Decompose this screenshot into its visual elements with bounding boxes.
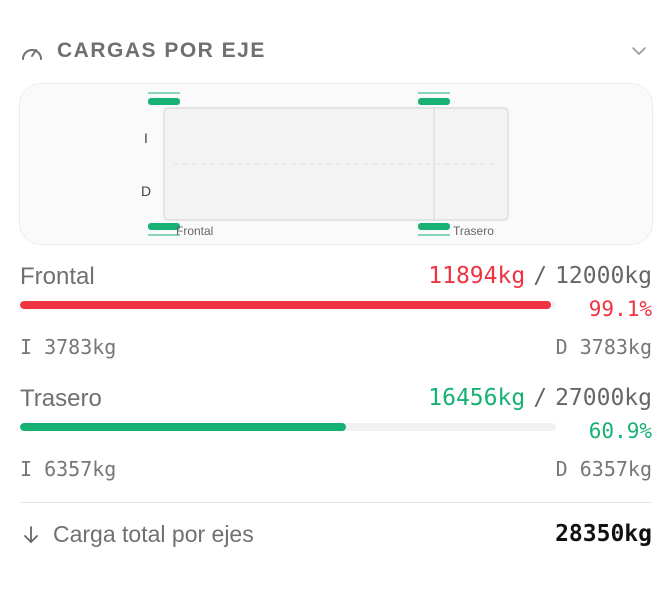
front-axle-label: Frontal [176,224,213,238]
axle-load-separator: / [533,263,548,289]
axle-left-load: I 3783kg [20,335,117,359]
axle-percent: 99.1% [588,297,652,321]
axle-right-load: D 3783kg [555,335,652,359]
axle-load-bar [20,423,556,431]
axle-load-separator: / [533,385,548,411]
rear-axle-label: Trasero [453,224,494,238]
axle-current-load: 16456kg [428,385,526,411]
axle-left-load: I 6357kg [20,457,117,481]
divider [20,502,652,503]
axle-right-load: D 6357kg [555,457,652,481]
total-load-value: 28350kg [555,521,652,547]
truck-diagram: I D Frontal Trasero [19,83,653,245]
axle-name: Frontal [20,263,95,290]
arrow-down-icon [24,526,38,543]
axle-load-bar [20,301,556,309]
rear-left-wheel [418,92,450,105]
truck-chassis-graphic: I D Frontal Trasero [141,92,509,238]
axle-front: Frontal 11894kg / 12000kg 99.1% I 3783kg D… [20,263,652,363]
side-left-label: I [144,130,148,146]
section-header: CARGAS POR EJE [20,36,652,66]
axle-load: 11894kg / 12000kg [428,263,652,289]
rear-right-wheel [418,223,450,236]
total-load-label: Carga total por ejes [53,521,254,547]
axle-load-bar-fill [20,301,552,309]
axle-percent: 60.9% [588,419,652,443]
chevron-down-icon[interactable] [630,42,648,60]
axle-max-load: 12000kg [555,263,652,289]
total-load-row: Carga total por ejes 28350kg [20,518,652,550]
front-left-wheel [148,92,180,105]
axle-name: Trasero [20,385,102,412]
axle-current-load: 11894kg [428,263,526,289]
axle-max-load: 27000kg [555,385,652,411]
side-right-label: D [141,183,151,199]
gauge-icon [22,49,42,60]
section-title: CARGAS POR EJE [57,39,266,62]
axle-rear: Trasero 16456kg / 27000kg 60.9% I 6357kg D… [20,385,652,485]
axle-load-bar-fill [20,423,347,431]
axle-load: 16456kg / 27000kg [428,385,652,411]
